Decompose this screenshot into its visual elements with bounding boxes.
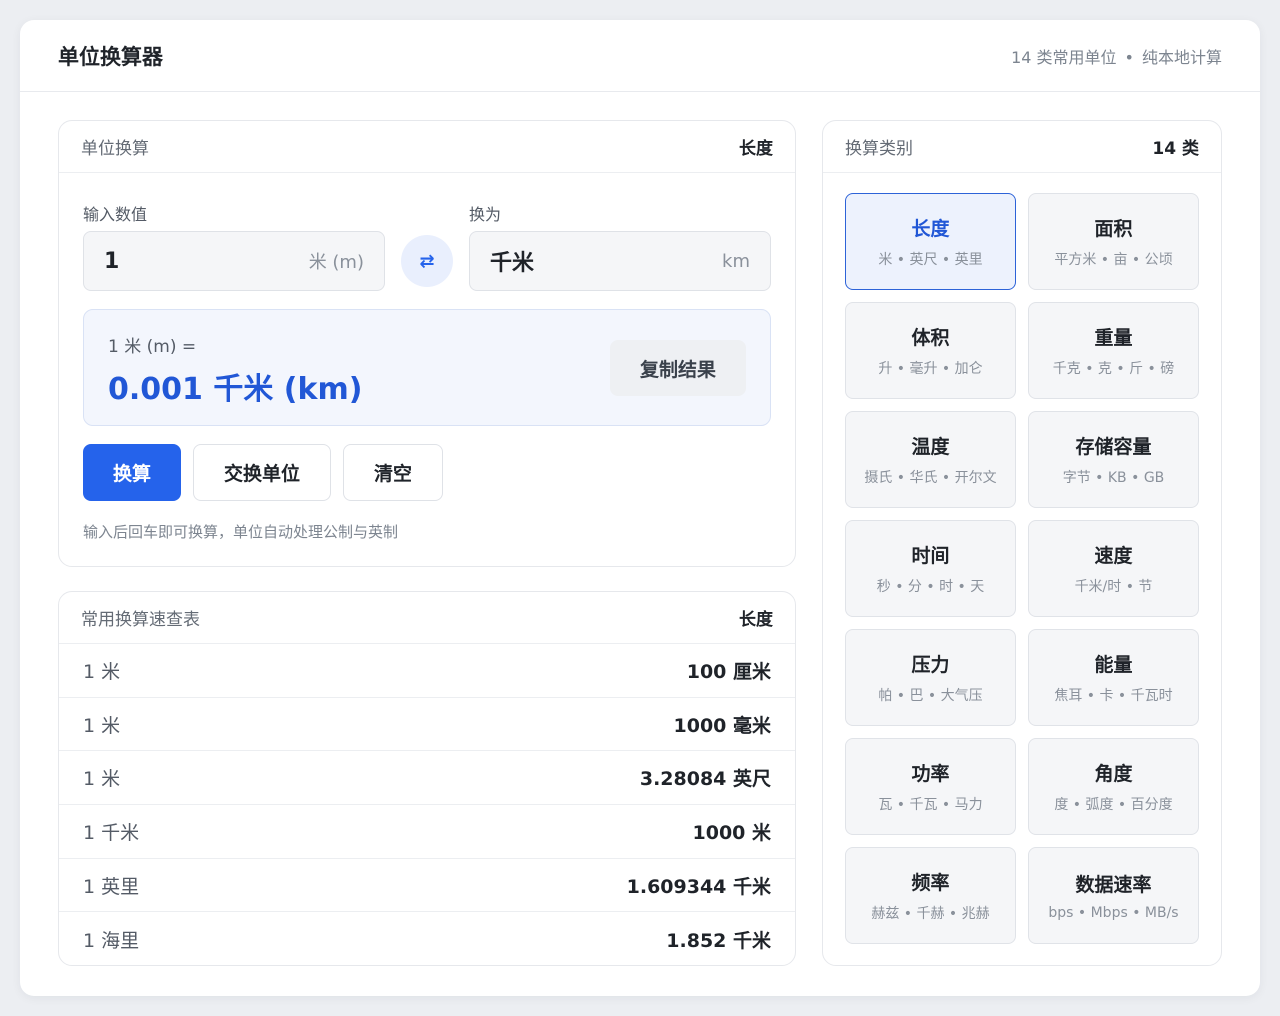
- category-units: 瓦 • 千瓦 • 马力: [878, 797, 983, 813]
- convert-button[interactable]: 换算: [83, 444, 181, 501]
- category-units: 升 • 毫升 • 加仑: [878, 361, 983, 377]
- row-from: 1 海里: [83, 929, 140, 952]
- quick-reference-category: 长度: [739, 610, 773, 630]
- category-tile[interactable]: 温度摄氏 • 华氏 • 开尔文: [845, 411, 1016, 508]
- input-value-label: 输入数值: [83, 205, 148, 224]
- target-unit-select[interactable]: 千米 km: [469, 231, 771, 291]
- hint-text: 输入后回车即可换算，单位自动处理公制与英制: [83, 523, 399, 541]
- result-panel: 1 米 (m) = 0.001 千米 (km) 复制结果: [83, 309, 771, 426]
- category-grid: 长度米 • 英尺 • 英里 面积 平方米 • 亩 • 公顷 体积升 • 毫升 • 加仑…: [845, 193, 1199, 944]
- category-units: 秒 • 分 • 时 • 天: [876, 579, 985, 595]
- result-value: 0.001 千米 (km): [108, 372, 363, 407]
- categories-title: 换算类别: [845, 139, 913, 159]
- category-name: 体积: [911, 327, 950, 349]
- category-name: 数据速率: [1075, 874, 1152, 896]
- category-name: 温度: [911, 436, 950, 458]
- category-name: 重量: [1094, 327, 1133, 349]
- row-to: 1000 米: [692, 821, 772, 844]
- category-tile[interactable]: 能量焦耳 • 卡 • 千瓦时: [1028, 629, 1199, 726]
- category-tile[interactable]: 时间秒 • 分 • 时 • 天: [845, 520, 1016, 617]
- input-value: 1: [104, 248, 120, 274]
- table-row: 1 米 100 厘米: [59, 644, 795, 698]
- category-name: 时间: [911, 545, 950, 567]
- source-unit-label: 米 (m): [308, 252, 364, 273]
- category-tile[interactable]: 角度度 • 弧度 • 百分度: [1028, 738, 1199, 835]
- target-unit-value: 千米: [490, 251, 535, 276]
- value-input[interactable]: 1 米 (m): [83, 231, 385, 291]
- category-units: 平方米 • 亩 • 公顷: [1054, 252, 1173, 268]
- copy-result-button[interactable]: 复制结果: [610, 340, 746, 396]
- converter-category-badge: 长度: [739, 139, 773, 159]
- category-tile[interactable]: 长度米 • 英尺 • 英里: [845, 193, 1016, 290]
- category-tile[interactable]: 频率赫兹 • 千赫 • 兆赫: [845, 847, 1016, 944]
- category-units: 摄氏 • 华氏 • 开尔文: [864, 470, 997, 486]
- table-row: 1 海里 1.852 千米: [59, 912, 795, 965]
- category-units: 千米/时 • 节: [1074, 579, 1153, 595]
- quick-reference-title: 常用换算速查表: [81, 610, 200, 630]
- category-units: 赫兹 • 千赫 • 兆赫: [871, 906, 990, 922]
- row-to: 1.852 千米: [666, 929, 771, 952]
- converter-card-header: 单位换算 长度: [59, 121, 795, 173]
- category-name: 功率: [911, 763, 950, 785]
- row-to: 1.609344 千米: [626, 875, 771, 898]
- category-units: 帕 • 巴 • 大气压: [878, 688, 983, 704]
- row-from: 1 千米: [83, 821, 140, 844]
- category-tile[interactable]: 体积升 • 毫升 • 加仑: [845, 302, 1016, 399]
- table-row: 1 千米 1000 米: [59, 805, 795, 859]
- subtitle-note: 纯本地计算: [1141, 47, 1222, 67]
- category-name: 面积: [1094, 218, 1133, 240]
- category-name: 角度: [1094, 763, 1133, 785]
- category-name: 能量: [1094, 654, 1133, 676]
- category-units: 度 • 弧度 • 百分度: [1054, 797, 1173, 813]
- row-from: 1 米: [83, 714, 121, 737]
- quick-reference-card: 常用换算速查表 长度 1 米 100 厘米 1 米 1000 毫米 1 米 3.…: [58, 591, 796, 966]
- converter-card-title: 单位换算: [81, 139, 149, 159]
- swap-icon[interactable]: ⇄: [401, 235, 453, 287]
- target-unit-abbr: km: [722, 250, 750, 272]
- subtitle-count: 14 类常用单位: [1011, 47, 1117, 67]
- table-row: 1 米 3.28084 英尺: [59, 751, 795, 806]
- categories-header: 换算类别 14 类: [823, 121, 1221, 173]
- quick-reference-list: 1 米 100 厘米 1 米 1000 毫米 1 米 3.28084 英尺 1 …: [59, 644, 795, 965]
- category-name: 速度: [1094, 545, 1133, 567]
- table-row: 1 米 1000 毫米: [59, 698, 795, 752]
- row-to: 100 厘米: [686, 660, 771, 683]
- result-equation: 1 米 (m) =: [108, 337, 197, 357]
- category-units: 米 • 英尺 • 英里: [878, 252, 983, 268]
- category-tile[interactable]: 功率瓦 • 千瓦 • 马力: [845, 738, 1016, 835]
- converter-card: 单位换算 长度 输入数值 1 米 (m) ⇄ 换为 千米 km 1 米 (m) …: [58, 120, 796, 567]
- top-bar: 单位换算器 14 类常用单位 • 纯本地计算: [20, 20, 1260, 92]
- category-units: 千克 • 克 • 斤 • 磅: [1052, 361, 1175, 377]
- category-name: 压力: [911, 654, 950, 676]
- category-name: 存储容量: [1075, 436, 1152, 458]
- category-name: 长度: [911, 218, 950, 240]
- category-tile[interactable]: 面积平方米 • 亩 • 公顷: [1028, 193, 1199, 290]
- clear-button[interactable]: 清空: [343, 444, 443, 501]
- category-tile[interactable]: 存储容量字节 • KB • GB: [1028, 411, 1199, 508]
- category-tile[interactable]: 重量千克 • 克 • 斤 • 磅: [1028, 302, 1199, 399]
- row-from: 1 米: [83, 768, 121, 791]
- row-to: 1000 毫米: [673, 714, 772, 737]
- table-row: 1 英里 1.609344 千米: [59, 859, 795, 913]
- row-from: 1 米: [83, 660, 121, 683]
- app-title: 单位换算器: [58, 44, 163, 69]
- category-name: 频率: [911, 872, 950, 894]
- app-window: 单位换算器 14 类常用单位 • 纯本地计算 单位换算 长度 输入数值 1 米 (m…: [20, 20, 1260, 996]
- categories-card: 换算类别 14 类 长度米 • 英尺 • 英里 面积 平方米 • 亩 • 公顷 体积升…: [822, 120, 1222, 966]
- category-units: bps • Mbps • MB/s: [1048, 905, 1179, 921]
- category-tile[interactable]: 速度千米/时 • 节: [1028, 520, 1199, 617]
- swap-units-button[interactable]: 交换单位: [193, 444, 331, 501]
- target-unit-label: 换为: [469, 205, 502, 224]
- category-units: 焦耳 • 卡 • 千瓦时: [1054, 688, 1173, 704]
- row-to: 3.28084 英尺: [639, 768, 771, 791]
- category-tile[interactable]: 压力帕 • 巴 • 大气压: [845, 629, 1016, 726]
- row-from: 1 英里: [83, 875, 140, 898]
- category-units: 字节 • KB • GB: [1062, 470, 1165, 486]
- subtitle-separator: •: [1124, 47, 1134, 67]
- app-subtitle: 14 类常用单位 • 纯本地计算: [1011, 44, 1222, 68]
- categories-count: 14 类: [1152, 139, 1199, 159]
- category-tile[interactable]: 数据速率 bps • Mbps • MB/s: [1028, 847, 1199, 944]
- quick-reference-header: 常用换算速查表 长度: [59, 592, 795, 644]
